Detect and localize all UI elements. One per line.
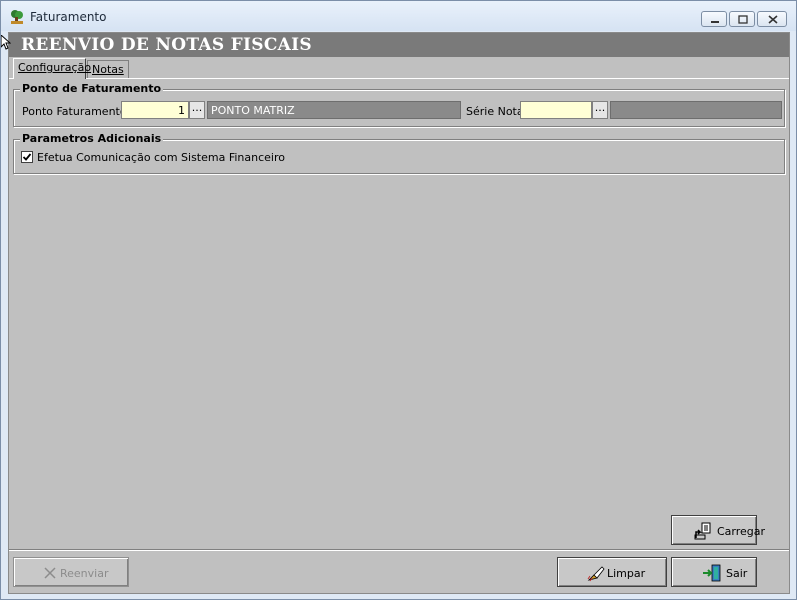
- page-header: REENVIO DE NOTAS FISCAIS: [9, 33, 789, 57]
- ponto-faturamento-legend: Ponto de Faturamento: [20, 82, 164, 95]
- limpar-button[interactable]: Limpar: [557, 557, 667, 587]
- tab-configuracao[interactable]: Configuração: [13, 58, 91, 79]
- sair-button-label: Sair: [726, 567, 748, 580]
- ponto-faturamento-input[interactable]: 1: [121, 101, 189, 119]
- load-document-icon: [694, 522, 711, 540]
- eraser-brush-icon: [587, 566, 605, 582]
- ponto-faturamento-group: Ponto de Faturamento Ponto Faturamento 1…: [13, 82, 785, 127]
- close-icon: [768, 15, 778, 24]
- reenviar-button-label: Reenviar: [60, 567, 109, 580]
- bottom-separator: [9, 549, 789, 551]
- title-bar[interactable]: Faturamento: [1, 1, 796, 31]
- tab-divider: [9, 78, 789, 79]
- parametros-adicionais-legend: Parametros Adicionais: [20, 132, 164, 145]
- app-tree-icon: [11, 10, 23, 24]
- form-client-area: REENVIO DE NOTAS FISCAIS Configuração No…: [8, 32, 790, 594]
- minimize-icon: [711, 21, 719, 23]
- efetua-comunicacao-label[interactable]: Efetua Comunicação com Sistema Financeir…: [37, 151, 285, 164]
- tab-notas[interactable]: Notas: [87, 60, 129, 78]
- restore-icon: [738, 15, 748, 24]
- tab-strip: Configuração Notas: [9, 57, 789, 79]
- sair-button[interactable]: Sair: [671, 557, 757, 587]
- serie-nota-description: [610, 101, 782, 119]
- page-title: REENVIO DE NOTAS FISCAIS: [21, 35, 312, 55]
- close-x-icon: [44, 567, 56, 579]
- ponto-faturamento-lookup-button[interactable]: ...: [189, 101, 205, 119]
- serie-nota-input[interactable]: [520, 101, 592, 119]
- restore-button[interactable]: [729, 11, 755, 27]
- reenviar-button[interactable]: Reenviar: [13, 557, 129, 587]
- mouse-pointer-icon: [1, 35, 11, 50]
- ponto-faturamento-description: PONTO MATRIZ: [207, 101, 461, 119]
- tab-configuracao-label: Configuração: [18, 61, 92, 74]
- limpar-button-label: Limpar: [607, 567, 646, 580]
- serie-nota-lookup-button[interactable]: ...: [592, 101, 608, 119]
- ponto-faturamento-label: Ponto Faturamento: [22, 105, 127, 118]
- carregar-button-label: Carregar: [717, 525, 766, 538]
- close-button[interactable]: [757, 11, 787, 27]
- tab-notas-label: Notas: [92, 63, 124, 76]
- window-title: Faturamento: [30, 10, 107, 24]
- parametros-adicionais-group: Parametros Adicionais Efetua Comunicação…: [13, 132, 785, 174]
- app-window: Faturamento REENVIO DE NOTAS FISCAIS Con…: [0, 0, 797, 600]
- carregar-button[interactable]: Carregar: [671, 515, 765, 545]
- minimize-button[interactable]: [701, 11, 727, 27]
- efetua-comunicacao-checkbox[interactable]: [21, 151, 33, 163]
- checkmark-icon: [22, 153, 32, 161]
- serie-nota-label: Série Nota: [466, 105, 524, 118]
- exit-door-icon: [703, 564, 721, 582]
